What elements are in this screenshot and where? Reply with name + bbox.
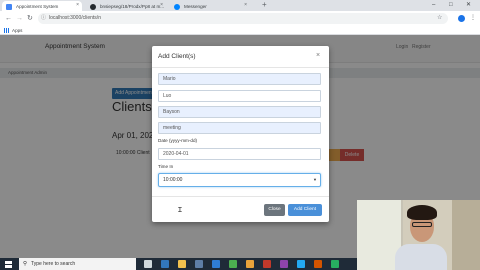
info-icon[interactable]: ⓘ [41, 13, 46, 24]
time-in-label: Time In [158, 164, 174, 169]
app-favicon-icon [6, 3, 12, 10]
forward-arrow-icon[interactable]: → [16, 13, 23, 24]
modal-footer-divider [152, 196, 329, 197]
tab-title: Appointment System [16, 3, 59, 9]
close-icon[interactable]: × [76, 2, 79, 8]
modal-header: Add Client(s) × [152, 46, 329, 68]
close-icon[interactable]: × [160, 2, 163, 8]
github-icon [90, 3, 96, 10]
add-client-button[interactable]: Add Client [288, 204, 322, 216]
mail-icon[interactable] [212, 260, 220, 268]
search-placeholder: Type here to search [31, 261, 76, 267]
file-explorer-icon[interactable] [178, 260, 186, 268]
webcam-overlay [357, 200, 480, 270]
first-name-field[interactable]: Mario [158, 73, 321, 85]
store-icon[interactable] [195, 260, 203, 268]
address-bar[interactable]: ⓘ localhost:3000/clients/n [38, 13, 448, 24]
add-client-modal: Add Client(s) × Mario Luo Bayson meeting… [152, 46, 329, 222]
edge-icon[interactable] [161, 260, 169, 268]
date-field[interactable]: 2020-04-01 [158, 148, 321, 160]
app-icon-5[interactable] [331, 260, 339, 268]
new-tab-button[interactable]: + [262, 0, 267, 9]
chevron-down-icon: ▼ [313, 177, 317, 182]
time-in-value: 10:00:00 [163, 177, 183, 183]
close-button[interactable]: Close [264, 204, 285, 216]
menu-kebab-icon[interactable]: ⋮ [470, 13, 476, 24]
messenger-icon [174, 3, 180, 10]
minimize-button[interactable]: – [432, 0, 435, 11]
webcam-person-shirt [395, 244, 447, 270]
back-arrow-icon[interactable]: ← [5, 13, 12, 24]
tab-title: Messenger [184, 3, 207, 9]
profile-avatar[interactable] [458, 15, 465, 22]
tab-strip: Appointment System × bnsiepseg/18/Prodx/… [0, 0, 480, 11]
windows-start-icon[interactable] [5, 261, 12, 268]
webcam-person-hair [407, 205, 437, 220]
reload-icon[interactable]: ↻ [27, 13, 33, 24]
company-field[interactable]: Bayson [158, 106, 321, 118]
browser-toolbar: ← → ↻ ⓘ localhost:3000/clients/n ☆ ⋮ [0, 11, 480, 26]
app-icon-2[interactable] [263, 260, 271, 268]
text-cursor-icon: Ɪ [178, 207, 182, 214]
vscode-icon[interactable] [297, 260, 305, 268]
apps-shortcut[interactable]: Apps [4, 27, 22, 34]
app-icon-3[interactable] [280, 260, 288, 268]
apps-label: Apps [12, 28, 23, 33]
webcam-background-shelf [452, 200, 480, 270]
maximize-button[interactable]: □ [449, 0, 453, 11]
bookmark-star-icon[interactable]: ☆ [437, 13, 442, 24]
modal-title: Add Client(s) [158, 53, 196, 60]
app-icon-1[interactable] [246, 260, 254, 268]
tab-messenger[interactable]: Messenger × [170, 1, 250, 11]
apps-grid-icon [4, 28, 9, 34]
url-text: localhost:3000/clients/n [49, 15, 101, 21]
app-icon-4[interactable] [314, 260, 322, 268]
close-icon[interactable]: × [244, 2, 247, 8]
tab-github[interactable]: bnsiepseg/18/Prodx/Pp8 at m... × [86, 1, 166, 11]
tab-title: bnsiepseg/18/Prodx/Pp8 at m... [100, 3, 165, 9]
chrome-icon[interactable] [229, 260, 237, 268]
search-icon: ⚲ [23, 261, 28, 267]
taskbar-search-input[interactable]: ⚲ Type here to search [19, 258, 136, 270]
task-view-icon[interactable] [144, 260, 152, 268]
webcam-person-glasses [412, 222, 432, 227]
modal-close-icon[interactable]: × [316, 52, 320, 59]
time-in-select[interactable]: 10:00:00 ▼ [158, 173, 321, 187]
tab-appointment-system[interactable]: Appointment System × [2, 1, 82, 11]
window-close-button[interactable]: ✕ [466, 0, 471, 11]
purpose-field[interactable]: meeting [158, 122, 321, 134]
bookmarks-bar: Apps [0, 26, 480, 35]
last-name-field[interactable]: Luo [158, 90, 321, 102]
date-label: Date (yyyy-mm-dd) [158, 138, 198, 143]
